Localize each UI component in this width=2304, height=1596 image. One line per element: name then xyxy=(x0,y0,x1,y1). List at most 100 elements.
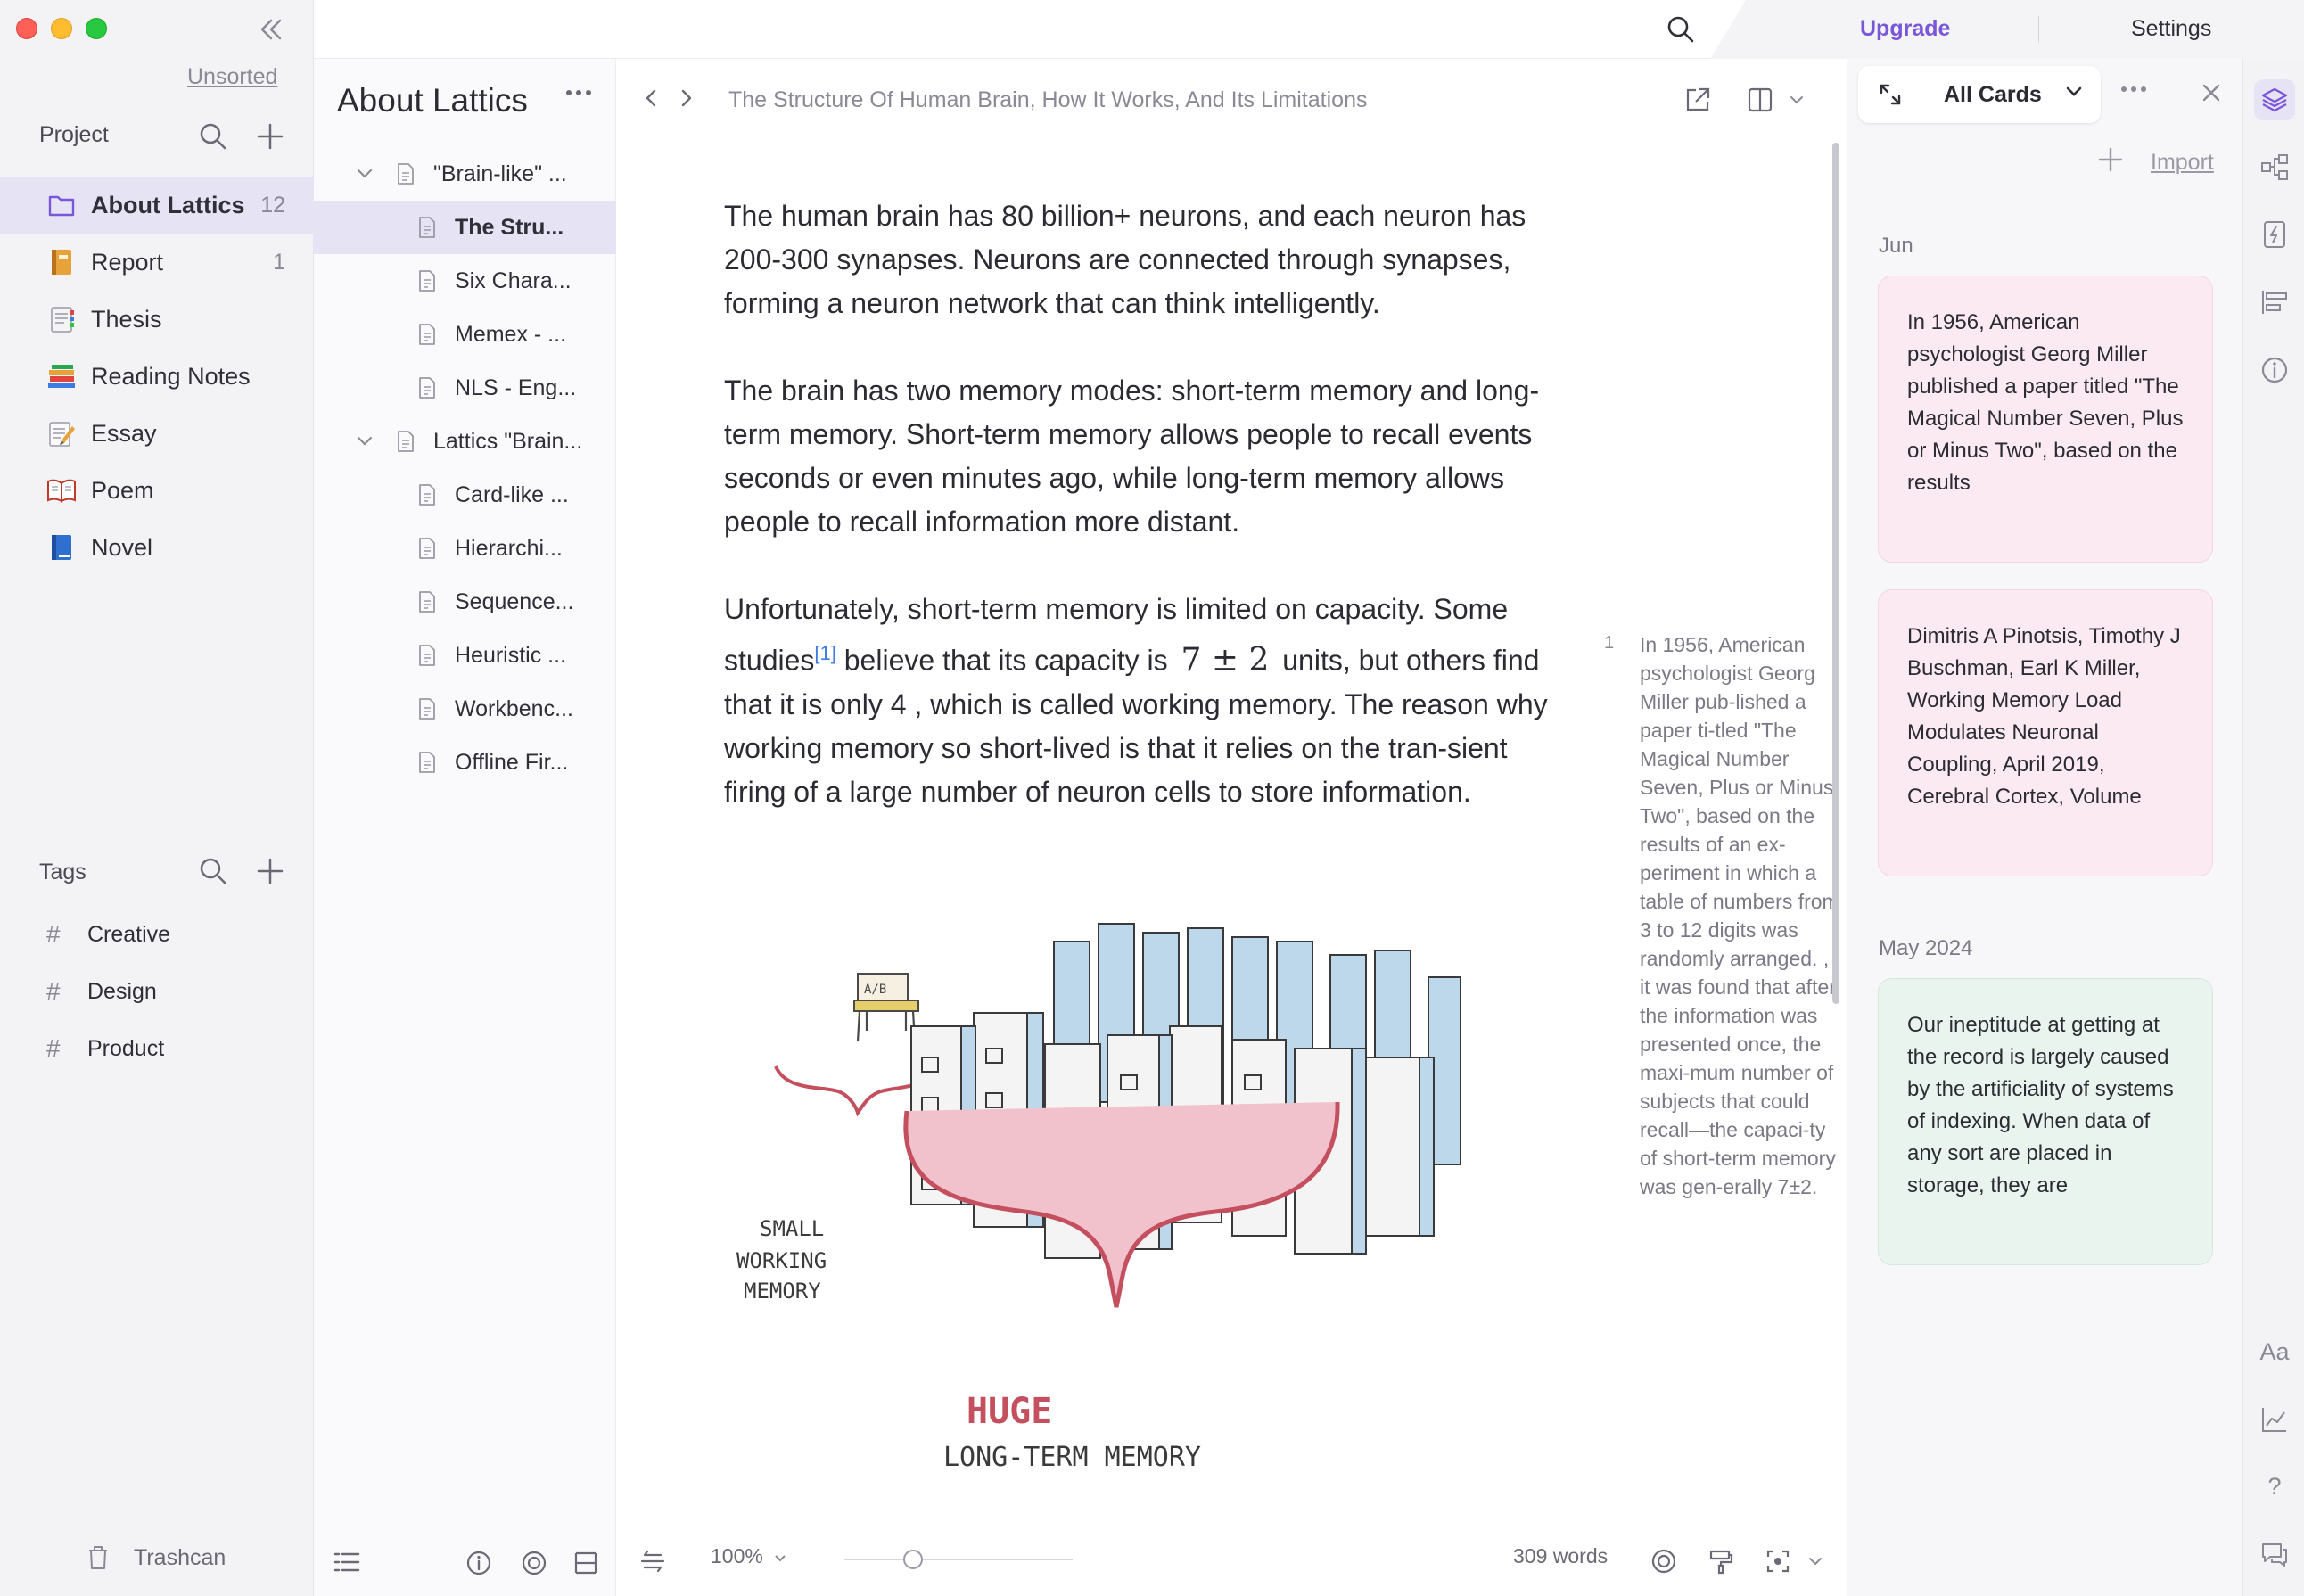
font-settings-label: Aa xyxy=(2259,1337,2290,1365)
tree-item[interactable]: Lattics "Brain... xyxy=(314,415,616,468)
tree-item-label: Workbenc... xyxy=(455,695,573,721)
paragraph: The human brain has 80 billion+ neurons,… xyxy=(724,200,1526,319)
tree-item[interactable]: Hierarchi... xyxy=(314,522,616,575)
card[interactable]: Our ineptitude at getting at the record … xyxy=(1878,978,2213,1265)
more-options-icon[interactable] xyxy=(565,89,592,96)
target-icon[interactable] xyxy=(521,1550,547,1576)
tree-item[interactable]: "Brain-like" ... xyxy=(314,147,616,201)
tag-list: # Creative # Design # Product xyxy=(0,906,314,1077)
tree-item[interactable]: The Stru... xyxy=(314,201,616,254)
trash-label: Trashcan xyxy=(134,1544,226,1570)
footnote-reference[interactable]: [1] xyxy=(814,642,835,664)
add-project-icon[interactable] xyxy=(255,121,285,152)
document-icon xyxy=(419,324,435,345)
tree-item[interactable]: Heuristic ... xyxy=(314,629,616,682)
tree-item-label: Six Chara... xyxy=(455,267,572,293)
zoom-label: 100% xyxy=(711,1544,763,1567)
card[interactable]: In 1956, American psychologist Georg Mil… xyxy=(1878,276,2213,563)
document-title-breadcrumb: The Structure Of Human Brain, How It Wor… xyxy=(728,87,1368,112)
document-body[interactable]: The human brain has 80 billion+ neurons,… xyxy=(724,194,1553,858)
zoom-dropdown[interactable]: 100% xyxy=(711,1544,786,1568)
strikethrough-icon[interactable] xyxy=(639,1548,666,1575)
screenshot-icon[interactable] xyxy=(1765,1548,1791,1575)
project-item-novel[interactable]: Novel xyxy=(0,519,314,576)
tree-item[interactable]: Sequence... xyxy=(314,575,616,629)
add-card-icon[interactable] xyxy=(2097,146,2124,173)
chevron-down-icon[interactable] xyxy=(355,435,374,448)
trashcan-button[interactable]: Trashcan xyxy=(86,1544,226,1571)
close-window-button[interactable] xyxy=(16,18,37,39)
chevron-down-icon[interactable] xyxy=(1789,94,1805,106)
document-icon xyxy=(419,538,435,559)
project-label: Novel xyxy=(91,533,153,561)
feedback-chat-icon[interactable] xyxy=(2254,1534,2295,1575)
info-icon[interactable] xyxy=(2254,350,2295,391)
minimize-window-button[interactable] xyxy=(51,18,72,39)
zoom-window-button[interactable] xyxy=(86,18,107,39)
split-view-icon[interactable] xyxy=(572,1550,599,1576)
document-icon xyxy=(419,645,435,666)
add-tag-icon[interactable] xyxy=(255,856,285,886)
help-button[interactable]: ? xyxy=(2254,1466,2295,1507)
footnote-text: In 1956, American psychologist Georg Mil… xyxy=(1640,633,1839,1198)
tree-item-label: Memex - ... xyxy=(455,321,567,347)
project-item-thesis[interactable]: Thesis xyxy=(0,291,314,348)
close-icon[interactable] xyxy=(2201,82,2222,103)
editor-status-bar: 100% 309 words xyxy=(616,1525,1847,1596)
zoom-slider-knob[interactable] xyxy=(902,1550,923,1569)
search-projects-icon[interactable] xyxy=(198,121,228,152)
project-item-about-lattics[interactable]: About Lattics 12 xyxy=(0,177,314,234)
tree-item[interactable]: Workbenc... xyxy=(314,682,616,736)
tag-item-design[interactable]: # Design xyxy=(0,963,314,1020)
zoom-slider-track[interactable] xyxy=(844,1559,1073,1560)
focus-mode-icon[interactable] xyxy=(1650,1548,1677,1575)
editor-scrollbar[interactable] xyxy=(1832,143,1839,1004)
card[interactable]: Dimitris A Pinotsis, Timothy J Buschman,… xyxy=(1878,589,2213,876)
global-search-icon[interactable] xyxy=(1666,14,1696,45)
outline-icon[interactable] xyxy=(333,1551,360,1573)
format-painter-icon[interactable] xyxy=(1707,1548,1734,1575)
books-icon xyxy=(46,361,77,391)
project-item-report[interactable]: Report 1 xyxy=(0,234,314,291)
tree-item[interactable]: NLS - Eng... xyxy=(314,361,616,415)
project-label: Essay xyxy=(91,419,157,447)
upgrade-button[interactable]: Upgrade xyxy=(1860,16,1950,42)
project-item-essay[interactable]: Essay xyxy=(0,405,314,462)
project-item-reading-notes[interactable]: Reading Notes xyxy=(0,348,314,405)
tree-item[interactable]: Offline Fir... xyxy=(314,736,616,789)
settings-button[interactable]: Settings xyxy=(2131,16,2211,42)
open-book-icon xyxy=(46,475,77,506)
cards-filter-dropdown[interactable]: All Cards xyxy=(1858,66,2101,123)
tree-item[interactable]: Card-like ... xyxy=(314,468,616,522)
unsorted-link[interactable]: Unsorted xyxy=(187,64,277,90)
illustration-text: LONG-TERM MEMORY xyxy=(943,1442,1201,1473)
forward-arrow-icon[interactable] xyxy=(679,86,695,111)
mind-map-icon[interactable] xyxy=(2254,146,2295,187)
sidebar: Unsorted Project About Lattics 12 Report… xyxy=(0,0,314,1596)
more-options-icon[interactable] xyxy=(2120,86,2147,93)
tree-list: "Brain-like" ... The Stru... Six Chara... M… xyxy=(314,147,616,789)
font-settings-button[interactable]: Aa xyxy=(2254,1331,2295,1372)
expand-icon[interactable] xyxy=(1878,82,1903,107)
notebook-icon xyxy=(46,247,77,277)
open-in-window-icon[interactable] xyxy=(1683,86,1712,114)
align-left-icon[interactable] xyxy=(2254,282,2295,323)
chevron-down-icon[interactable] xyxy=(1807,1555,1823,1567)
flash-card-icon[interactable] xyxy=(2254,214,2295,255)
info-icon[interactable] xyxy=(465,1550,492,1576)
statistics-chart-icon[interactable] xyxy=(2254,1399,2295,1440)
tag-item-creative[interactable]: # Creative xyxy=(0,906,314,963)
tag-item-product[interactable]: # Product xyxy=(0,1020,314,1077)
tree-item[interactable]: Six Chara... xyxy=(314,254,616,308)
tree-item[interactable]: Memex - ... xyxy=(314,308,616,361)
back-arrow-icon[interactable] xyxy=(643,86,659,111)
import-link[interactable]: Import xyxy=(2151,150,2214,176)
project-label: About Lattics xyxy=(91,191,245,218)
project-item-poem[interactable]: Poem xyxy=(0,462,314,519)
search-tags-icon[interactable] xyxy=(198,856,228,886)
split-layout-icon[interactable] xyxy=(1746,86,1774,114)
illustration-text: SMALL xyxy=(760,1216,824,1241)
chevron-down-icon[interactable] xyxy=(355,168,374,180)
cards-layers-icon[interactable] xyxy=(2254,79,2295,120)
collapse-sidebar-icon[interactable] xyxy=(257,16,285,43)
